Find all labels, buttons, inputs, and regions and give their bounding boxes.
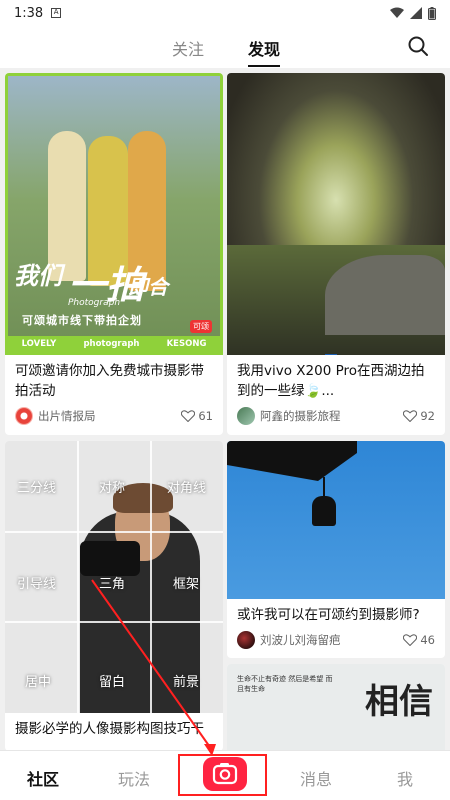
grid-label: 三角 — [99, 577, 126, 592]
grid-label: 框架 — [173, 577, 200, 592]
like-button[interactable]: 92 — [403, 409, 435, 423]
heart-icon — [403, 634, 418, 646]
poster-big-text: 相信 — [365, 682, 433, 722]
grid-label: 引导线 — [17, 577, 57, 592]
strip-text: LOVELY — [21, 339, 57, 349]
top-nav: 关注 发现 — [0, 26, 450, 68]
grid-line — [5, 531, 223, 533]
poster-headline: 我们 — [14, 262, 62, 290]
heart-icon — [181, 410, 196, 422]
poster-subline: 可颂城市线下带拍企划 — [22, 314, 142, 327]
annotation-highlight-box — [178, 754, 267, 796]
feed-card[interactable]: 或许我可以在可颂约到摄影师? 刘波儿刘海留疤 46 — [227, 441, 445, 658]
nav-messages[interactable]: 消息 — [300, 766, 332, 790]
search-icon[interactable] — [406, 34, 430, 58]
camera-shape — [80, 541, 140, 576]
bell-rope — [323, 477, 325, 497]
sim-icon: A — [51, 8, 62, 18]
grid-line — [77, 441, 79, 713]
like-button[interactable]: 61 — [181, 409, 213, 423]
card-meta: 刘波儿刘海留疤 46 — [227, 625, 445, 655]
like-count: 61 — [198, 409, 213, 423]
card-cover-image[interactable]: 三分线 对称 对角线 引导线 三角 框架 居中 留白 前景 — [5, 441, 223, 713]
card-title[interactable]: 我用vivo X200 Pro在西湖边拍到的一些绿🍃... — [227, 355, 445, 401]
app-root: 1:38 A 关注 发现 我们 一拍 即合 Photograph 可颂城市线下带… — [0, 0, 450, 800]
carousel-indicator — [325, 354, 337, 355]
like-button[interactable]: 46 — [403, 633, 435, 647]
grid-label: 居中 — [25, 675, 52, 690]
feed-card[interactable]: 我用vivo X200 Pro在西湖边拍到的一些绿🍃... 阿鑫的摄影旅程 92 — [227, 73, 445, 435]
card-cover-image[interactable] — [227, 441, 445, 599]
battery-icon — [428, 6, 436, 20]
status-icons — [390, 6, 436, 20]
grid-label: 对称 — [99, 481, 126, 496]
grid-label: 对角线 — [167, 481, 207, 496]
card-meta: 阿鑫的摄影旅程 92 — [227, 401, 445, 431]
feed-card[interactable]: 我们 一拍 即合 Photograph 可颂城市线下带拍企划 可颂 LOVELY… — [5, 73, 223, 435]
avatar[interactable] — [237, 631, 255, 649]
feed-card[interactable]: 生命不止有奇迹 然后是希望 而且有生命 相信 — [227, 664, 445, 750]
author-name[interactable]: 阿鑫的摄影旅程 — [260, 408, 403, 424]
card-cover-image[interactable] — [227, 73, 445, 355]
heart-icon — [403, 410, 418, 422]
strip-text: KESONG — [166, 339, 207, 349]
strip-text: photograph — [83, 339, 140, 349]
card-title-ellipsis: ... — [321, 383, 335, 399]
card-meta: 出片情报局 61 — [5, 401, 223, 431]
card-cover-image[interactable]: 生命不止有奇迹 然后是希望 而且有生命 相信 — [227, 664, 445, 750]
leaf-emoji: 🍃 — [304, 383, 322, 399]
card-title[interactable]: 摄影必学的人像摄影构图技巧干 — [5, 713, 223, 739]
discover-feed[interactable]: 我们 一拍 即合 Photograph 可颂城市线下带拍企划 可颂 LOVELY… — [0, 68, 450, 750]
poster-headline: 即合 — [128, 275, 168, 299]
wifi-icon — [390, 7, 404, 18]
author-name[interactable]: 刘波儿刘海留疤 — [260, 632, 403, 648]
card-title[interactable]: 可颂邀请你加入免费城市摄影带拍活动 — [5, 355, 223, 401]
poster-small-text: 生命不止有奇迹 然后是希望 而且有生命 — [237, 675, 333, 693]
roof-eave-shape — [227, 441, 357, 481]
avatar[interactable] — [237, 407, 255, 425]
nav-community[interactable]: 社区 — [27, 766, 59, 790]
grid-line — [5, 621, 223, 623]
grid-label: 留白 — [99, 675, 126, 690]
card-cover-image[interactable]: 我们 一拍 即合 Photograph 可颂城市线下带拍企划 可颂 LOVELY… — [5, 73, 223, 355]
like-count: 92 — [420, 409, 435, 423]
nav-play[interactable]: 玩法 — [118, 766, 150, 790]
poster-bottom-strip: LOVELY photograph KESONG — [8, 336, 220, 352]
status-bar: 1:38 A — [0, 0, 450, 26]
rock-shape — [325, 255, 445, 335]
status-time: 1:38 — [14, 5, 44, 21]
grid-label: 前景 — [173, 675, 200, 690]
like-count: 46 — [420, 633, 435, 647]
nav-me[interactable]: 我 — [397, 766, 413, 790]
card-title[interactable]: 或许我可以在可颂约到摄影师? — [227, 599, 445, 625]
tab-discover[interactable]: 发现 — [248, 36, 281, 67]
grid-label: 三分线 — [17, 481, 57, 496]
brand-logo: 可颂 — [190, 320, 212, 333]
signal-icon — [410, 7, 422, 19]
grid-line — [150, 441, 152, 713]
tab-follow[interactable]: 关注 — [172, 36, 204, 60]
author-name[interactable]: 出片情报局 — [38, 408, 181, 424]
avatar[interactable] — [15, 407, 33, 425]
feed-card[interactable]: 三分线 对称 对角线 引导线 三角 框架 居中 留白 前景 摄影必学的人像摄影构… — [5, 441, 223, 750]
poster-script-text: Photograph — [68, 298, 121, 308]
bell-shape — [312, 496, 336, 526]
